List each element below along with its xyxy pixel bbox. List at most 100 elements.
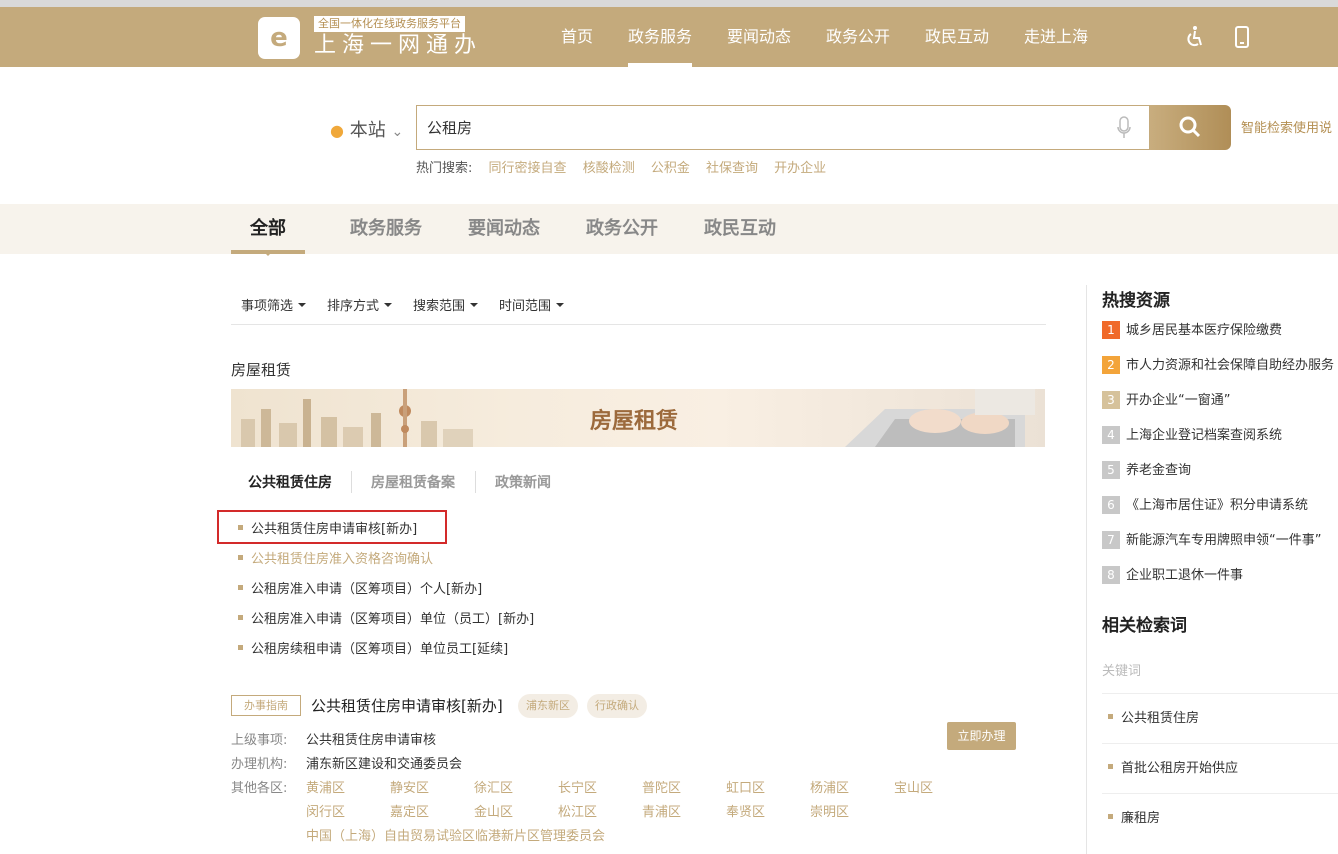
district-link[interactable]: 金山区 <box>474 801 513 820</box>
hot-resource-item[interactable]: 1 城乡居民基本医疗保险缴费 <box>1102 319 1282 339</box>
apply-now-button[interactable]: 立即办理 <box>947 722 1016 750</box>
bullet-icon <box>238 645 243 650</box>
site-logo-icon[interactable]: e <box>258 17 300 59</box>
filter-item-type[interactable]: 事项筛选 <box>241 295 307 314</box>
bullet-icon <box>1108 814 1113 819</box>
smart-search-help-link[interactable]: 智能检索使用说 <box>1241 117 1332 136</box>
nav-public-info[interactable]: 政务公开 <box>826 7 890 67</box>
hot-resource-item[interactable]: 3 开办企业“一窗通” <box>1102 389 1230 409</box>
hot-search-bar: 热门搜索: 同行密接自查 核酸检测 公积金 社保查询 开办企业 <box>416 157 826 176</box>
result-tabs: 全部 政务服务 要闻动态 政务公开 政民互动 <box>0 204 1338 256</box>
list-item[interactable]: 公租房准入申请（区筹项目）个人[新办] <box>238 578 482 597</box>
filter-bar: 事项筛选 排序方式 搜索范围 时间范围 <box>231 288 1046 325</box>
hot-resource-item[interactable]: 7 新能源汽车专用牌照申领“一件事” <box>1102 529 1321 549</box>
tab-public-info[interactable]: 政务公开 <box>576 204 668 254</box>
caret-down-icon <box>298 303 307 311</box>
hot-keyword[interactable]: 社保查询 <box>706 161 758 176</box>
site-name[interactable]: 上海一网通办 <box>314 33 482 59</box>
parent-item-label: 上级事项: <box>231 733 288 748</box>
tab-all[interactable]: 全部 <box>231 204 305 256</box>
microphone-icon[interactable] <box>1117 116 1131 138</box>
nav-about-shanghai[interactable]: 走进上海 <box>1024 7 1088 67</box>
sidebar-divider <box>1086 285 1087 854</box>
district-link[interactable]: 黄浦区 <box>306 777 345 796</box>
district-link[interactable]: 宝山区 <box>894 777 933 796</box>
hot-resource-item[interactable]: 5 养老金查询 <box>1102 459 1191 479</box>
related-search-item[interactable]: 首批公租房开始供应 <box>1102 743 1338 793</box>
bullet-icon <box>238 585 243 590</box>
bullet-icon <box>238 615 243 620</box>
guide-badge: 办事指南 <box>231 695 301 716</box>
hot-keyword[interactable]: 同行密接自查 <box>489 161 567 176</box>
caret-down-icon <box>470 303 479 311</box>
search-icon <box>1179 116 1201 138</box>
nav-government-services[interactable]: 政务服务 <box>628 7 693 67</box>
guide-title-link[interactable]: 公共租赁住房申请审核[新办] <box>311 695 503 716</box>
filter-time[interactable]: 时间范围 <box>499 295 565 314</box>
list-item[interactable]: 公共租赁住房准入资格咨询确认 <box>238 548 433 567</box>
tag-category: 行政确认 <box>587 694 647 718</box>
tag-district: 浦东新区 <box>518 694 578 718</box>
district-link[interactable]: 长宁区 <box>558 777 597 796</box>
related-search-item[interactable]: 公共租赁住房 <box>1102 693 1338 743</box>
hot-resource-item[interactable]: 4 上海企业登记档案查阅系统 <box>1102 424 1282 444</box>
nav-interaction[interactable]: 政民互动 <box>925 7 989 67</box>
city-skyline-image <box>241 389 473 447</box>
related-searches-title: 相关检索词 <box>1102 616 1187 636</box>
tab-interaction[interactable]: 政民互动 <box>694 204 786 254</box>
filter-scope[interactable]: 搜索范围 <box>413 295 479 314</box>
search-box <box>416 105 1150 150</box>
hot-keyword[interactable]: 公积金 <box>651 161 690 176</box>
keyword-label: 关键词 <box>1102 664 1142 679</box>
laptop-hands-image <box>845 389 1035 447</box>
list-item[interactable]: 公租房续租申请（区筹项目）单位员工[延续] <box>238 638 508 657</box>
district-link[interactable]: 奉贤区 <box>726 801 765 820</box>
subtab-divider <box>351 471 352 493</box>
hot-keyword[interactable]: 核酸检测 <box>583 161 635 176</box>
hot-resource-item[interactable]: 8 企业职工退休一件事 <box>1102 564 1243 584</box>
district-link[interactable]: 虹口区 <box>726 777 765 796</box>
district-link[interactable]: 普陀区 <box>642 777 681 796</box>
district-link[interactable]: 崇明区 <box>810 801 849 820</box>
site-tagline: 全国一体化在线政务服务平台 <box>314 16 465 32</box>
district-link[interactable]: 静安区 <box>390 777 429 796</box>
section-banner: 房屋租赁 <box>231 389 1045 447</box>
district-link[interactable]: 闵行区 <box>306 801 345 820</box>
subtab-public-rental[interactable]: 公共租赁住房 <box>248 472 332 492</box>
district-link[interactable]: 中国（上海）自由贸易试验区临港新片区管理委员会 <box>306 825 605 844</box>
search-input[interactable] <box>417 106 1077 149</box>
district-link[interactable]: 杨浦区 <box>810 777 849 796</box>
hot-keyword[interactable]: 开办企业 <box>774 161 826 176</box>
mobile-icon[interactable] <box>1234 25 1258 49</box>
nav-home[interactable]: 首页 <box>561 7 593 67</box>
hot-search-label: 热门搜索: <box>416 161 473 176</box>
district-link[interactable]: 徐汇区 <box>474 777 513 796</box>
tab-government-services[interactable]: 政务服务 <box>340 204 432 254</box>
hot-resources-title: 热搜资源 <box>1102 291 1170 311</box>
bullet-icon <box>1108 714 1113 719</box>
chevron-down-icon: ⌄ <box>391 124 404 140</box>
subtab-rental-filing[interactable]: 房屋租赁备案 <box>371 472 455 492</box>
search-scope-select[interactable]: ● 本站 ⌄ <box>330 116 403 142</box>
hot-resource-item[interactable]: 2 市人力资源和社会保障自助经办服务 <box>1102 354 1334 374</box>
district-link[interactable]: 嘉定区 <box>390 801 429 820</box>
subtab-policy-news[interactable]: 政策新闻 <box>495 472 551 492</box>
search-button[interactable] <box>1150 105 1231 150</box>
search-scope-label: 本站 <box>349 120 386 141</box>
caret-down-icon <box>384 303 393 311</box>
list-item[interactable]: 公租房准入申请（区筹项目）单位（员工）[新办] <box>238 608 534 627</box>
agency-label: 办理机构: <box>231 757 288 772</box>
nav-news[interactable]: 要闻动态 <box>727 7 791 67</box>
district-link[interactable]: 松江区 <box>558 801 597 820</box>
filter-sort[interactable]: 排序方式 <box>327 295 393 314</box>
related-search-item[interactable]: 廉租房 <box>1102 793 1338 843</box>
district-link[interactable]: 青浦区 <box>642 801 681 820</box>
highlight-annotation <box>217 510 447 544</box>
subtab-divider <box>475 471 476 493</box>
caret-down-icon <box>556 303 565 311</box>
tab-news[interactable]: 要闻动态 <box>458 204 550 254</box>
parent-item-value: 公共租赁住房申请审核 <box>306 733 437 748</box>
accessibility-icon[interactable] <box>1183 25 1207 49</box>
agency-value: 浦东新区建设和交通委员会 <box>306 757 463 772</box>
hot-resource-item[interactable]: 6 《上海市居住证》积分申请系统 <box>1102 494 1308 514</box>
